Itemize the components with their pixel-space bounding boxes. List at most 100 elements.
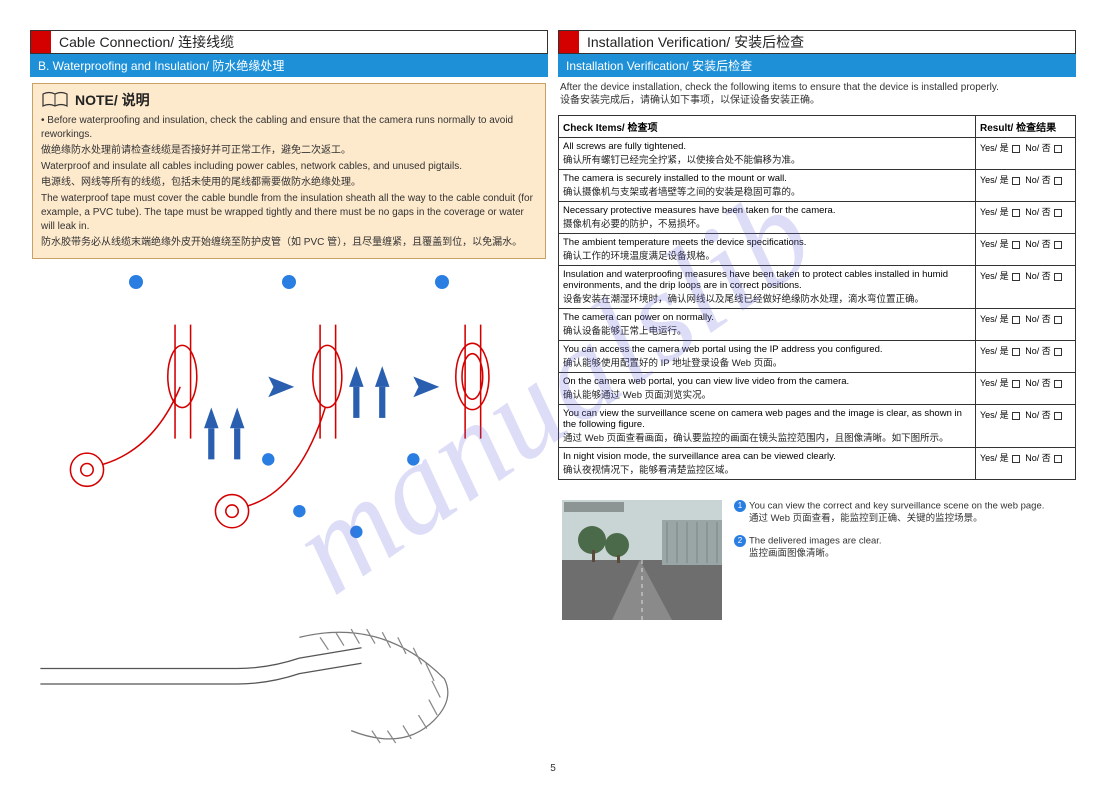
note-item: The waterproof tape must cover the cable… — [41, 192, 537, 234]
check-item-en: Necessary protective measures have been … — [563, 205, 971, 216]
figure-captions: 1You can view the correct and key survei… — [734, 500, 1072, 570]
result-header: Result/ 检查结果 — [976, 116, 1076, 138]
note-item: Waterproof and insulate all cables inclu… — [41, 160, 537, 174]
note-title: NOTE/ 说明 — [75, 90, 150, 110]
check-item-zh: 设备安装在潮湿环境时，确认网线以及尾线已经做好绝缘防水处理，滴水弯位置正确。 — [563, 291, 971, 305]
table-row: On the camera web portal, you can view l… — [559, 373, 1076, 405]
bottom-figure: 1You can view the correct and key survei… — [558, 500, 1076, 620]
check-item-en: In night vision mode, the surveillance a… — [563, 451, 971, 462]
left-column: Cable Connection/ 连接线缆 B. Waterproofing … — [30, 30, 548, 779]
wrapping-diagram — [30, 299, 548, 599]
note-item: • Before waterproofing and insulation, c… — [41, 114, 537, 142]
checkbox-yes[interactable] — [1012, 455, 1020, 463]
right-section-header: Installation Verification/ 安装后检查 — [558, 30, 1076, 54]
checkbox-yes[interactable] — [1012, 209, 1020, 217]
no-label: No/ 否 — [1025, 207, 1051, 217]
checkbox-no[interactable] — [1054, 145, 1062, 153]
no-label: No/ 否 — [1025, 175, 1051, 185]
result-cell: Yes/ 是 No/ 否 — [976, 373, 1076, 405]
table-row: The ambient temperature meets the device… — [559, 234, 1076, 266]
yes-label: Yes/ 是 — [980, 207, 1009, 217]
result-cell: Yes/ 是 No/ 否 — [976, 234, 1076, 266]
table-row: All screws are fully tightened.确认所有螺钉已经完… — [559, 138, 1076, 170]
checkbox-no[interactable] — [1054, 316, 1062, 324]
result-cell: Yes/ 是 No/ 否 — [976, 405, 1076, 448]
step-dot — [129, 275, 143, 289]
checkbox-no[interactable] — [1054, 177, 1062, 185]
yes-label: Yes/ 是 — [980, 239, 1009, 249]
check-item-zh: 确认工作的环境温度满足设备规格。 — [563, 248, 971, 262]
step-dot — [435, 275, 449, 289]
check-item-cell: In night vision mode, the surveillance a… — [559, 448, 976, 480]
step-dots-row — [30, 275, 548, 289]
checkbox-no[interactable] — [1054, 412, 1062, 420]
note-item: 电源线、网线等所有的线缆，包括未使用的尾线都需要做防水绝缘处理。 — [41, 176, 537, 190]
yes-label: Yes/ 是 — [980, 314, 1009, 324]
check-item-en: Insulation and waterproofing measures ha… — [563, 269, 971, 291]
no-label: No/ 否 — [1025, 271, 1051, 281]
intro-zh: 设备安装完成后，请确认如下事项，以保证设备安装正确。 — [560, 95, 820, 106]
conduit-diagram — [30, 604, 548, 764]
result-cell: Yes/ 是 No/ 否 — [976, 170, 1076, 202]
intro-text: After the device installation, check the… — [558, 77, 1076, 111]
caption-1-zh: 通过 Web 页面查看，能监控到正确、关键的监控场景。 — [749, 513, 983, 525]
checkbox-no[interactable] — [1054, 348, 1062, 356]
table-row: You can view the surveillance scene on c… — [559, 405, 1076, 448]
note-body: • Before waterproofing and insulation, c… — [41, 114, 537, 250]
checkbox-yes[interactable] — [1012, 412, 1020, 420]
checkbox-yes[interactable] — [1012, 316, 1020, 324]
check-item-zh: 确认能够通过 Web 页面浏览实况。 — [563, 387, 971, 401]
intro-en: After the device installation, check the… — [560, 82, 999, 93]
no-label: No/ 否 — [1025, 346, 1051, 356]
check-item-en: The camera can power on normally. — [563, 312, 971, 323]
yes-label: Yes/ 是 — [980, 143, 1009, 153]
checkbox-yes[interactable] — [1012, 273, 1020, 281]
result-cell: Yes/ 是 No/ 否 — [976, 448, 1076, 480]
check-item-zh: 摄像机有必要的防护，不易损坏。 — [563, 216, 971, 230]
book-icon — [41, 91, 69, 109]
check-item-en: You can view the surveillance scene on c… — [563, 408, 971, 430]
page-container: Cable Connection/ 连接线缆 B. Waterproofing … — [0, 0, 1106, 789]
check-item-cell: You can access the camera web portal usi… — [559, 341, 976, 373]
result-cell: Yes/ 是 No/ 否 — [976, 341, 1076, 373]
note-item: 做绝缘防水处理前请检查线缆是否接好并可正常工作，避免二次返工。 — [41, 144, 537, 158]
checkbox-no[interactable] — [1054, 209, 1062, 217]
check-item-en: All screws are fully tightened. — [563, 141, 971, 152]
checkbox-no[interactable] — [1054, 273, 1062, 281]
caption-1-en: You can view the correct and key surveil… — [749, 501, 1044, 512]
check-item-zh: 通过 Web 页面查看画面，确认要监控的画面在镜头监控范围内，且图像清晰。如下图… — [563, 430, 971, 444]
checkbox-no[interactable] — [1054, 380, 1062, 388]
step-dot — [282, 275, 296, 289]
left-section-title: Cable Connection/ 连接线缆 — [51, 31, 547, 53]
table-row: You can access the camera web portal usi… — [559, 341, 1076, 373]
check-item-cell: On the camera web portal, you can view l… — [559, 373, 976, 405]
yes-label: Yes/ 是 — [980, 378, 1009, 388]
check-item-en: On the camera web portal, you can view l… — [563, 376, 971, 387]
check-item-cell: The camera can power on normally.确认设备能够正… — [559, 309, 976, 341]
yes-label: Yes/ 是 — [980, 346, 1009, 356]
checkbox-yes[interactable] — [1012, 145, 1020, 153]
check-item-cell: All screws are fully tightened.确认所有螺钉已经完… — [559, 138, 976, 170]
caption-badge-1: 1 — [734, 500, 746, 512]
no-label: No/ 否 — [1025, 453, 1051, 463]
check-item-cell: You can view the surveillance scene on c… — [559, 405, 976, 448]
check-item-zh: 确认能够使用配置好的 IP 地址登录设备 Web 页面。 — [563, 355, 971, 369]
check-item-en: The ambient temperature meets the device… — [563, 237, 971, 248]
check-item-en: You can access the camera web portal usi… — [563, 344, 971, 355]
checkbox-yes[interactable] — [1012, 241, 1020, 249]
table-row: The camera can power on normally.确认设备能够正… — [559, 309, 1076, 341]
checkbox-no[interactable] — [1054, 241, 1062, 249]
checkbox-yes[interactable] — [1012, 380, 1020, 388]
result-cell: Yes/ 是 No/ 否 — [976, 309, 1076, 341]
right-section-title: Installation Verification/ 安装后检查 — [579, 31, 1075, 53]
checkbox-yes[interactable] — [1012, 348, 1020, 356]
checkbox-no[interactable] — [1054, 455, 1062, 463]
yes-label: Yes/ 是 — [980, 271, 1009, 281]
yes-label: Yes/ 是 — [980, 453, 1009, 463]
right-column: Installation Verification/ 安装后检查 Install… — [558, 30, 1076, 779]
no-label: No/ 否 — [1025, 143, 1051, 153]
checkbox-yes[interactable] — [1012, 177, 1020, 185]
check-item-cell: Necessary protective measures have been … — [559, 202, 976, 234]
surveillance-scene-image — [562, 500, 722, 620]
result-cell: Yes/ 是 No/ 否 — [976, 138, 1076, 170]
